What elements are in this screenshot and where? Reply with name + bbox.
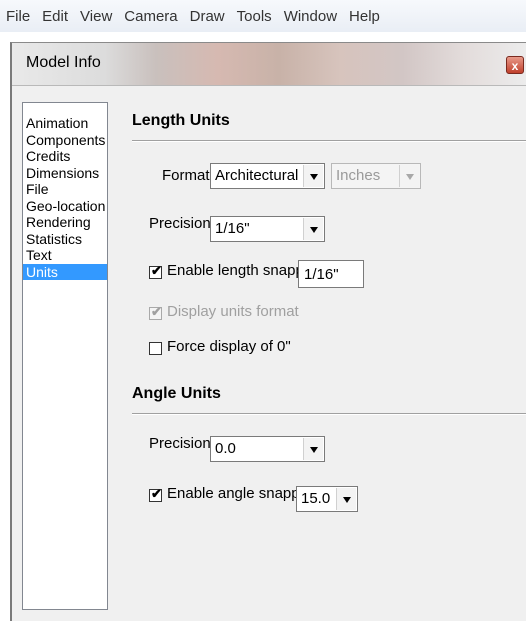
chevron-down-icon — [303, 218, 323, 240]
length-snapping-value: 1/16" — [304, 266, 339, 283]
chevron-down-icon — [336, 488, 356, 510]
angle-precision-label: Precision: — [149, 435, 215, 452]
display-units-format-checkbox: ✔ — [149, 304, 162, 320]
angle-units-heading: Angle Units — [132, 385, 221, 402]
nav-item-units[interactable]: Units — [23, 263, 107, 280]
angle-precision-value: 0.0 — [215, 440, 236, 457]
menu-camera[interactable]: Camera — [124, 8, 177, 25]
menu-tools[interactable]: Tools — [237, 8, 272, 25]
nav-item-dimensions[interactable]: Dimensions — [23, 165, 107, 182]
check-icon: ✔ — [151, 486, 162, 501]
menu-edit[interactable]: Edit — [42, 8, 68, 25]
menu-draw[interactable]: Draw — [190, 8, 225, 25]
length-precision-label: Precision: — [149, 215, 215, 232]
format-value: Architectural — [215, 167, 299, 184]
format-label: Format: — [162, 167, 214, 184]
angle-snapping-checkbox[interactable]: ✔ — [149, 486, 162, 502]
nav-item-geo-location[interactable]: Geo-location — [23, 198, 107, 215]
angle-snapping-dropdown[interactable]: 15.0 — [296, 486, 358, 512]
menu-bar: File Edit View Camera Draw Tools Window … — [0, 0, 526, 32]
angle-snapping-value: 15.0 — [301, 490, 331, 507]
menu-window[interactable]: Window — [284, 8, 337, 25]
chevron-down-icon — [303, 438, 323, 460]
chevron-down-icon — [399, 165, 419, 187]
menu-view[interactable]: View — [80, 8, 112, 25]
nav-item-statistics[interactable]: Statistics — [23, 231, 107, 248]
length-units-divider — [132, 140, 526, 142]
format-dropdown[interactable]: Architectural — [210, 163, 325, 189]
angle-units-divider — [132, 413, 526, 415]
unit-value: Inches — [336, 167, 381, 184]
force-display-zero-label: Force display of 0" — [167, 338, 291, 355]
length-snapping-input[interactable]: 1/16" — [298, 260, 364, 288]
nav-item-animation[interactable]: Animation — [23, 115, 107, 132]
nav-item-credits[interactable]: Credits — [23, 148, 107, 165]
length-precision-value: 1/16" — [215, 220, 250, 237]
angle-precision-dropdown[interactable]: 0.0 — [210, 436, 325, 462]
chevron-down-icon — [303, 165, 323, 187]
length-units-heading: Length Units — [132, 112, 230, 129]
nav-item-text[interactable]: Text — [23, 247, 107, 264]
check-icon: ✔ — [151, 263, 162, 278]
unit-dropdown: Inches — [331, 163, 421, 189]
menu-file[interactable]: File — [6, 8, 30, 25]
length-precision-dropdown[interactable]: 1/16" — [210, 216, 325, 242]
category-list: Animation Components Credits Dimensions … — [22, 102, 108, 610]
display-units-format-label: Display units format — [167, 303, 299, 320]
nav-item-components[interactable]: Components — [23, 132, 107, 149]
units-panel: Length Units Format: Architectural Inche… — [108, 102, 526, 610]
dialog-title: Model Info — [26, 54, 101, 71]
nav-item-file[interactable]: File — [23, 181, 107, 198]
length-snapping-checkbox[interactable]: ✔ — [149, 263, 162, 279]
close-icon[interactable]: x — [506, 56, 524, 74]
nav-item-rendering[interactable]: Rendering — [23, 214, 107, 231]
force-display-zero-checkbox[interactable] — [149, 342, 162, 355]
check-icon: ✔ — [151, 304, 162, 319]
dialog-titlebar[interactable]: Model Info x — [12, 43, 526, 86]
menu-help[interactable]: Help — [349, 8, 380, 25]
